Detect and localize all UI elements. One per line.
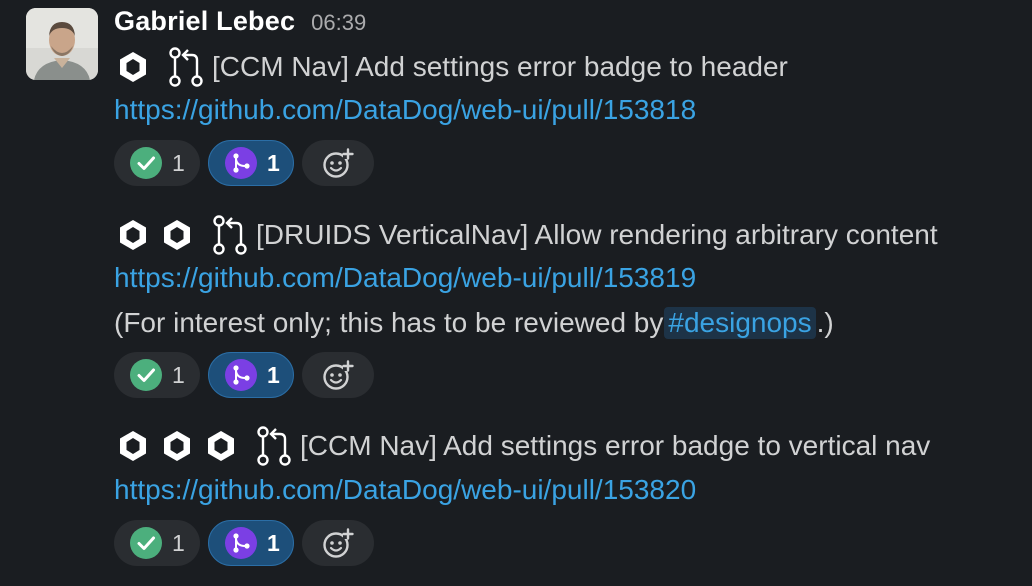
hexagon-nut-icon — [208, 431, 234, 461]
merged-icon — [225, 359, 257, 391]
post-title: [DRUIDS VerticalNav] Allow rendering arb… — [256, 219, 938, 250]
post-link-line: https://github.com/DataDog/web-ui/pull/1… — [114, 470, 696, 510]
hexagon-nut-icon — [120, 220, 146, 250]
message-header: Gabriel Lebec 06:39 — [114, 6, 366, 42]
hexagon-nut-icon — [164, 431, 190, 461]
pull-request-link[interactable]: https://github.com/DataDog/web-ui/pull/1… — [114, 262, 696, 294]
check-reaction[interactable]: 1 — [114, 352, 200, 398]
author-name[interactable]: Gabriel Lebec — [114, 6, 295, 37]
note-text-end: .) — [816, 307, 834, 338]
hexagon-nut-icon — [164, 220, 190, 250]
reaction-count: 1 — [172, 361, 185, 388]
post-note-line: (For interest only; this has to be revie… — [114, 303, 834, 343]
hexagon-nut-icon — [120, 52, 146, 82]
pull-request-icon — [257, 426, 291, 466]
add-reaction-button[interactable] — [302, 352, 374, 398]
pull-request-icon — [169, 47, 203, 87]
post-title: [CCM Nav] Add settings error badge to he… — [212, 51, 788, 82]
check-reaction[interactable]: 1 — [114, 520, 200, 566]
post-link-line: https://github.com/DataDog/web-ui/pull/1… — [114, 258, 696, 298]
add-reaction-icon — [323, 360, 354, 390]
channel-mention[interactable]: #designops — [664, 307, 816, 339]
reaction-bar: 1 1 — [114, 520, 374, 568]
add-reaction-icon — [323, 528, 354, 558]
reaction-count: 1 — [267, 361, 280, 388]
merged-icon — [225, 147, 257, 179]
merged-reaction[interactable]: 1 — [208, 140, 294, 186]
reaction-count: 1 — [172, 149, 185, 176]
post-title: [CCM Nav] Add settings error badge to ve… — [300, 430, 931, 461]
post-title-line: [DRUIDS VerticalNav] Allow rendering arb… — [116, 215, 938, 255]
timestamp[interactable]: 06:39 — [311, 10, 366, 36]
message-group: Gabriel Lebec 06:39 [CCM Nav] Add settin… — [0, 0, 1032, 586]
note-text: (For interest only; this has to be revie… — [114, 307, 664, 338]
pull-request-link[interactable]: https://github.com/DataDog/web-ui/pull/1… — [114, 474, 696, 506]
white-check-mark-icon — [130, 527, 162, 559]
white-check-mark-icon — [130, 147, 162, 179]
reaction-count: 1 — [267, 529, 280, 556]
merged-reaction[interactable]: 1 — [208, 352, 294, 398]
merged-reaction[interactable]: 1 — [208, 520, 294, 566]
merged-icon — [225, 527, 257, 559]
reaction-count: 1 — [172, 529, 185, 556]
add-reaction-button[interactable] — [302, 140, 374, 186]
avatar[interactable] — [26, 8, 98, 80]
pull-request-link[interactable]: https://github.com/DataDog/web-ui/pull/1… — [114, 94, 696, 126]
add-reaction-icon — [323, 148, 354, 178]
reaction-count: 1 — [267, 149, 280, 176]
reaction-bar: 1 1 — [114, 352, 374, 400]
hexagon-nut-icon — [120, 431, 146, 461]
white-check-mark-icon — [130, 359, 162, 391]
post-link-line: https://github.com/DataDog/web-ui/pull/1… — [114, 90, 696, 130]
post-title-line: [CCM Nav] Add settings error badge to ve… — [116, 426, 930, 466]
add-reaction-button[interactable] — [302, 520, 374, 566]
check-reaction[interactable]: 1 — [114, 140, 200, 186]
reaction-bar: 1 1 — [114, 140, 374, 188]
post-title-line: [CCM Nav] Add settings error badge to he… — [116, 47, 788, 87]
pull-request-icon — [213, 215, 247, 255]
